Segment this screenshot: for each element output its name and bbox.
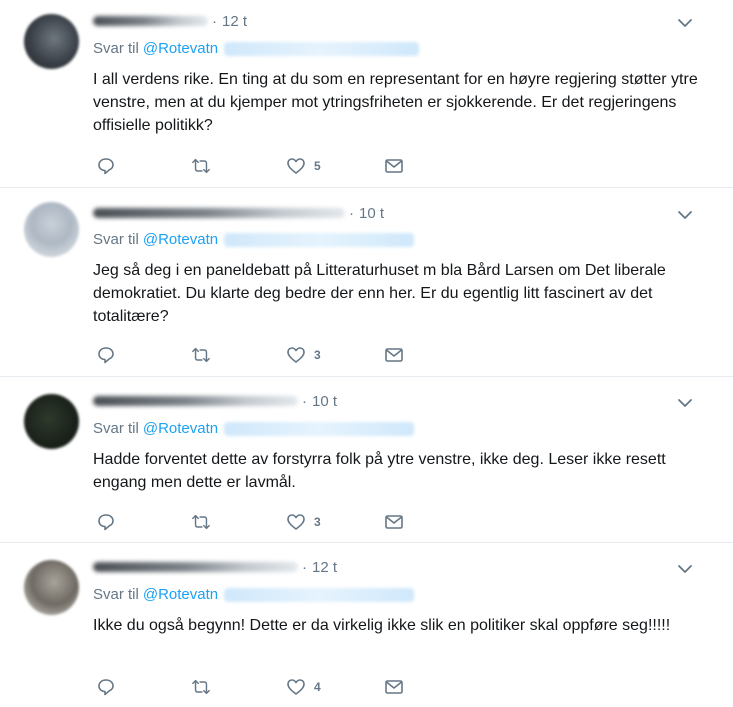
heart-icon <box>287 158 305 174</box>
avatar[interactable] <box>24 202 79 257</box>
mention-link[interactable]: @Rotevatn <box>143 420 218 437</box>
reply-icon <box>98 679 114 696</box>
like-button[interactable]: 5 <box>286 155 321 177</box>
reply-to-line: Svar til @Rotevatn <box>93 40 420 57</box>
reply-thread: · 12 t Svar til @Rotevatn I all verdens … <box>0 0 733 707</box>
like-button[interactable]: 4 <box>286 676 321 698</box>
timestamp[interactable]: 12 t <box>222 13 247 30</box>
retweet-button[interactable] <box>191 511 211 533</box>
reply-icon <box>98 158 114 175</box>
chevron-down-icon[interactable] <box>677 561 693 577</box>
like-count: 3 <box>314 348 321 362</box>
reply-button[interactable] <box>96 344 116 366</box>
tweet-text: Ikke du også begynn! Dette er da virkeli… <box>93 617 671 634</box>
envelope-icon <box>385 159 403 173</box>
timestamp[interactable]: 12 t <box>312 559 337 576</box>
like-button[interactable]: 3 <box>286 344 321 366</box>
blurred-username[interactable] <box>93 208 345 218</box>
retweet-icon <box>192 158 210 174</box>
retweet-icon <box>192 347 210 363</box>
direct-message-button[interactable] <box>384 676 404 698</box>
mention-link[interactable]: @Rotevatn <box>143 231 218 248</box>
retweet-button[interactable] <box>191 344 211 366</box>
tweet-actions: 3 <box>96 511 416 533</box>
retweet-icon <box>192 679 210 695</box>
envelope-icon <box>385 515 403 529</box>
blurred-username[interactable] <box>93 396 298 406</box>
mention-link[interactable]: @Rotevatn <box>143 40 218 57</box>
tweet-header: · 12 t <box>93 11 247 31</box>
reply-button[interactable] <box>96 676 116 698</box>
blurred-username[interactable] <box>93 16 208 26</box>
reply-prefix: Svar til <box>93 420 139 437</box>
tweet[interactable]: · 12 t Svar til @Rotevatn I all verdens … <box>0 0 733 188</box>
blurred-mentions[interactable] <box>224 421 415 436</box>
tweet[interactable]: · 12 t Svar til @Rotevatn Ikke du også b… <box>0 543 733 707</box>
blurred-username[interactable] <box>93 562 298 572</box>
reply-icon <box>98 514 114 531</box>
reply-to-line: Svar til @Rotevatn <box>93 586 415 603</box>
like-count: 4 <box>314 680 321 694</box>
dot-separator: · <box>212 12 217 30</box>
tweet-actions: 4 <box>96 676 416 698</box>
reply-prefix: Svar til <box>93 231 139 248</box>
heart-icon <box>287 347 305 363</box>
tweet-actions: 3 <box>96 344 416 366</box>
like-button[interactable]: 3 <box>286 511 321 533</box>
heart-icon <box>287 679 305 695</box>
retweet-button[interactable] <box>191 676 211 698</box>
blurred-mentions[interactable] <box>224 232 415 247</box>
heart-icon <box>287 514 305 530</box>
tweet-text: I all verdens rike. En ting at du som en… <box>93 71 698 134</box>
chevron-down-icon[interactable] <box>677 15 693 31</box>
dot-separator: · <box>349 204 354 222</box>
avatar[interactable] <box>24 394 79 449</box>
reply-button[interactable] <box>96 155 116 177</box>
timestamp[interactable]: 10 t <box>312 393 337 410</box>
direct-message-button[interactable] <box>384 155 404 177</box>
chevron-down-icon[interactable] <box>677 395 693 411</box>
reply-to-line: Svar til @Rotevatn <box>93 420 415 437</box>
chevron-down-icon[interactable] <box>677 207 693 223</box>
reply-button[interactable] <box>96 511 116 533</box>
tweet-header: · 10 t <box>93 391 337 411</box>
tweet-actions: 5 <box>96 155 416 177</box>
envelope-icon <box>385 348 403 362</box>
direct-message-button[interactable] <box>384 511 404 533</box>
mention-link[interactable]: @Rotevatn <box>143 586 218 603</box>
reply-prefix: Svar til <box>93 40 139 57</box>
like-count: 3 <box>314 515 321 529</box>
tweet[interactable]: · 10 t Svar til @Rotevatn Jeg så deg i e… <box>0 188 733 377</box>
retweet-button[interactable] <box>191 155 211 177</box>
blurred-mentions[interactable] <box>224 587 415 602</box>
reply-to-line: Svar til @Rotevatn <box>93 231 415 248</box>
blurred-mentions[interactable] <box>224 41 420 56</box>
tweet-header: · 12 t <box>93 557 337 577</box>
tweet[interactable]: · 10 t Svar til @Rotevatn Hadde forvente… <box>0 377 733 543</box>
timestamp[interactable]: 10 t <box>359 205 384 222</box>
tweet-header: · 10 t <box>93 203 384 223</box>
dot-separator: · <box>302 392 307 410</box>
direct-message-button[interactable] <box>384 344 404 366</box>
like-count: 5 <box>314 159 321 173</box>
reply-icon <box>98 347 114 364</box>
envelope-icon <box>385 680 403 694</box>
retweet-icon <box>192 514 210 530</box>
tweet-text: Jeg så deg i en paneldebatt på Litteratu… <box>93 262 666 325</box>
tweet-text: Hadde forventet dette av forstyrra folk … <box>93 451 666 491</box>
dot-separator: · <box>302 558 307 576</box>
avatar[interactable] <box>24 14 79 69</box>
reply-prefix: Svar til <box>93 586 139 603</box>
avatar[interactable] <box>24 560 79 615</box>
